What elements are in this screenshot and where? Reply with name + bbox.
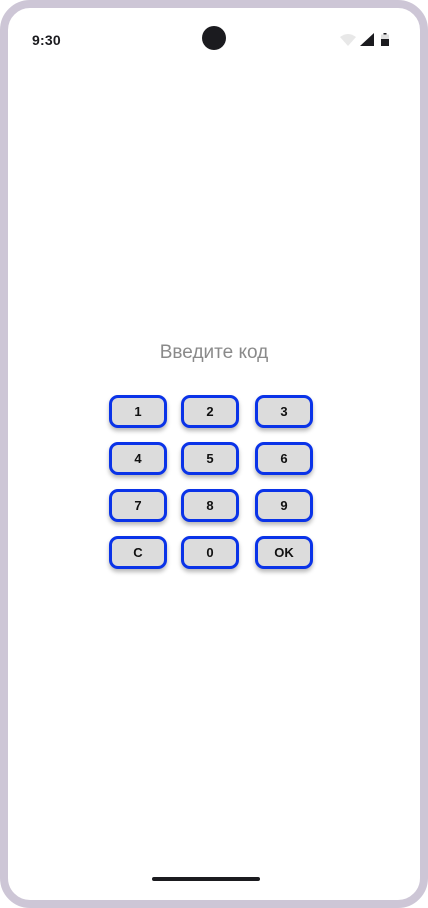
screen-content: Введите код 1 2 3 4 5 6 7 8 9 C 0 OK — [0, 0, 428, 908]
key-3[interactable]: 3 — [255, 395, 313, 428]
key-5[interactable]: 5 — [181, 442, 239, 475]
home-indicator[interactable] — [152, 877, 260, 881]
key-0[interactable]: 0 — [181, 536, 239, 569]
key-6[interactable]: 6 — [255, 442, 313, 475]
key-7[interactable]: 7 — [109, 489, 167, 522]
key-9[interactable]: 9 — [255, 489, 313, 522]
code-prompt: Введите код — [159, 342, 269, 363]
ok-button[interactable]: OK — [255, 536, 313, 569]
key-4[interactable]: 4 — [109, 442, 167, 475]
key-8[interactable]: 8 — [181, 489, 239, 522]
clear-button[interactable]: C — [109, 536, 167, 569]
key-2[interactable]: 2 — [181, 395, 239, 428]
key-1[interactable]: 1 — [109, 395, 167, 428]
